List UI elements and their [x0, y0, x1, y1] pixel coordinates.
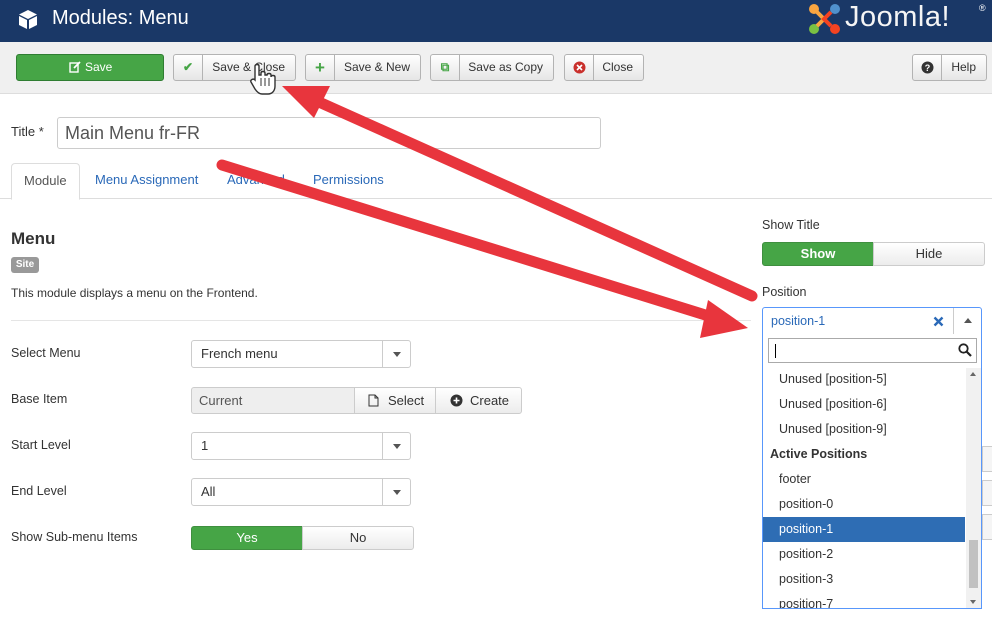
check-icon: ✔ [174, 55, 203, 80]
start-level-value: 1 [201, 438, 209, 453]
module-heading: Menu [11, 229, 56, 248]
position-option[interactable]: Unused [position-5] [763, 367, 965, 392]
position-option[interactable]: position-2 [763, 542, 965, 567]
position-option[interactable]: footer [763, 467, 965, 492]
dropdown-scrollbar[interactable] [966, 368, 981, 608]
position-search-input[interactable] [768, 338, 977, 363]
copy-icon: ⧉ [431, 55, 460, 80]
select-menu-dropdown[interactable]: French menu [191, 340, 411, 368]
position-option[interactable]: Unused [position-9] [763, 417, 965, 442]
scrollbar-thumb[interactable] [969, 540, 978, 588]
tab-bar: Module Menu Assignment Advanced Permissi… [0, 163, 992, 200]
tab-permissions[interactable]: Permissions [301, 163, 396, 199]
scroll-down-icon[interactable] [970, 600, 976, 604]
help-icon: ? [913, 55, 942, 80]
chevron-up-icon[interactable] [953, 308, 981, 334]
show-title-show-toggle[interactable]: Show [762, 242, 874, 266]
chevron-down-icon [382, 433, 410, 459]
partial-field-edge [982, 514, 992, 540]
chevron-down-icon [382, 479, 410, 505]
base-item-field[interactable]: Current [191, 387, 355, 414]
position-option[interactable]: position-0 [763, 492, 965, 517]
end-level-label: End Level [11, 484, 67, 498]
title-label: Title * [11, 124, 44, 139]
select-menu-value: French menu [201, 346, 278, 361]
end-level-dropdown[interactable]: All [191, 478, 411, 506]
position-label: Position [762, 285, 807, 299]
option-group-label: Active Positions [770, 447, 868, 461]
page-title: Modules: Menu [52, 7, 189, 29]
position-option[interactable]: position-3 [763, 567, 965, 592]
create-button-label: Create [470, 393, 510, 408]
base-item-label: Base Item [11, 392, 68, 406]
position-value: position-1 [771, 314, 826, 328]
plus-circle-icon [450, 394, 463, 407]
save-label: Save [85, 60, 113, 74]
help-label: Help [951, 60, 976, 74]
position-option[interactable]: position-1 [763, 517, 965, 542]
scroll-up-icon[interactable] [970, 372, 976, 376]
edit-icon [69, 61, 81, 73]
clear-icon[interactable] [933, 316, 944, 327]
end-level-value: All [201, 484, 216, 499]
select-button-label: Select [388, 393, 425, 408]
position-option[interactable]: position-7 [763, 592, 965, 608]
plus-icon: + [306, 55, 335, 80]
joomla-logo-text: Joomla! [845, 1, 951, 33]
save-close-label: Save & Close [212, 60, 285, 74]
start-level-label: Start Level [11, 438, 71, 452]
divider [11, 320, 751, 321]
submenu-no-toggle[interactable]: No [302, 526, 414, 550]
show-title-label: Show Title [762, 218, 820, 232]
toolbar: Save ✔ Save & Close + Save & New ⧉ Save … [0, 42, 992, 94]
partial-field-edge [982, 480, 992, 506]
chevron-down-icon [382, 341, 410, 367]
save-copy-button[interactable]: ⧉ Save as Copy [430, 54, 554, 81]
close-button[interactable]: Close [564, 54, 644, 81]
start-level-dropdown[interactable]: 1 [191, 432, 411, 460]
tab-module[interactable]: Module [11, 163, 80, 200]
joomla-logo-icon[interactable] [805, 1, 843, 37]
close-label: Close [602, 60, 633, 74]
title-input[interactable]: Main Menu fr-FR [57, 117, 601, 149]
cube-icon [19, 10, 37, 29]
app-header: Modules: Menu Joomla! ® [0, 0, 992, 42]
save-copy-label: Save as Copy [468, 60, 543, 74]
tab-menu-assignment[interactable]: Menu Assignment [83, 163, 210, 199]
position-dropdown: Unused [position-5] Unused [position-6] Un… [762, 334, 982, 609]
create-button[interactable]: Create [435, 387, 522, 414]
save-new-label: Save & New [343, 60, 410, 74]
tab-advanced[interactable]: Advanced [215, 163, 297, 199]
search-icon [958, 343, 972, 357]
file-icon [368, 394, 379, 407]
module-description: This module displays a menu on the Front… [11, 286, 258, 300]
save-close-button[interactable]: ✔ Save & Close [173, 54, 296, 81]
svg-text:?: ? [925, 63, 931, 73]
logo-registered-mark: ® [979, 3, 986, 13]
help-button[interactable]: ? Help [912, 54, 987, 81]
submenu-yes-toggle[interactable]: Yes [191, 526, 303, 550]
save-new-button[interactable]: + Save & New [305, 54, 421, 81]
site-badge: Site [11, 257, 39, 273]
position-select[interactable]: position-1 [762, 307, 982, 335]
cancel-icon [565, 55, 594, 80]
select-button[interactable]: Select [354, 387, 436, 414]
show-title-hide-toggle[interactable]: Hide [873, 242, 985, 266]
save-button[interactable]: Save [16, 54, 164, 81]
show-submenu-label: Show Sub-menu Items [11, 530, 138, 544]
select-menu-label: Select Menu [11, 346, 81, 360]
partial-field-edge [982, 446, 992, 472]
position-option[interactable]: Unused [position-6] [763, 392, 965, 417]
